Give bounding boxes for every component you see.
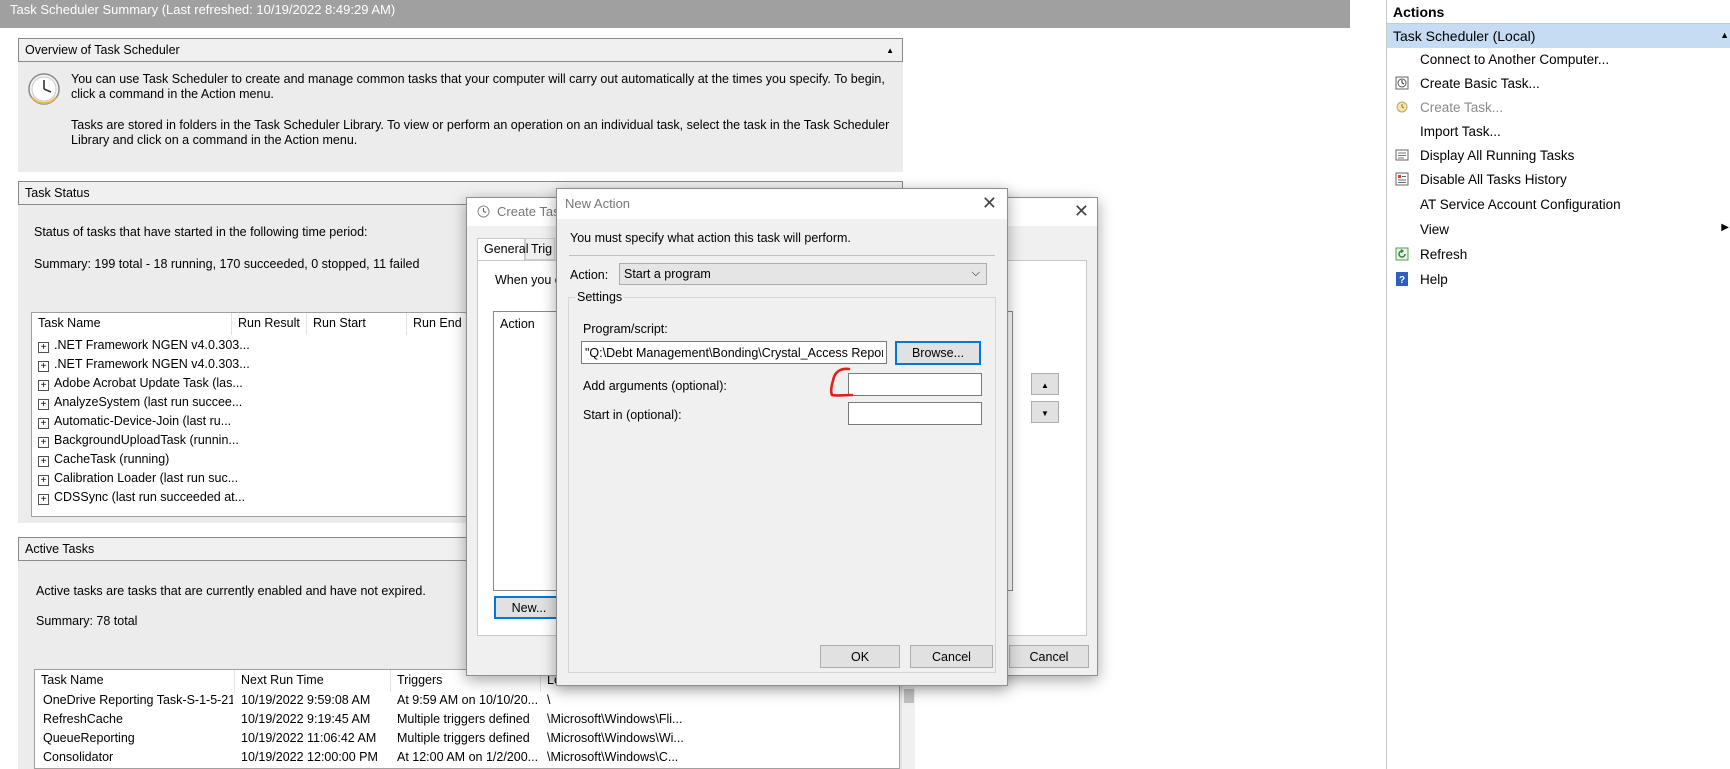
task-status-row[interactable]: + CDSSync (last run succeeded at...	[38, 490, 245, 509]
table-row[interactable]: OneDrive Reporting Task-S-1-5-21... 10/1…	[35, 693, 901, 712]
task-status-row[interactable]: + Calibration Loader (last run suc...	[38, 471, 238, 490]
create-task-intro: When you c	[495, 273, 562, 287]
chevron-down-icon: ⌵	[971, 267, 980, 279]
add-arguments-input[interactable]	[848, 373, 982, 396]
start-in-input[interactable]	[848, 402, 982, 425]
task-status-summary: Summary: 199 total - 18 running, 170 suc…	[34, 257, 420, 271]
expand-icon[interactable]: +	[38, 475, 49, 486]
red-annotation-mark	[829, 367, 854, 397]
actions-pane: Actions Task Scheduler (Local) ▲ Connect…	[1386, 0, 1730, 769]
task-status-row[interactable]: + AnalyzeSystem (last run succee...	[38, 395, 242, 414]
column-header-task-name[interactable]: Task Name	[32, 313, 232, 335]
task-status-header-label: Task Status	[25, 186, 90, 200]
column-header-task-name[interactable]: Task Name	[35, 670, 235, 692]
time-period-label: Status of tasks that have started in the…	[34, 225, 368, 239]
column-header-run-result[interactable]: Run Result	[232, 313, 307, 335]
create-task-icon	[1396, 101, 1408, 113]
task-status-row[interactable]: + CacheTask (running)	[38, 452, 169, 471]
task-status-row[interactable]: + .NET Framework NGEN v4.0.303...	[38, 338, 250, 357]
tab-general[interactable]: General	[477, 238, 528, 260]
expand-icon[interactable]: +	[38, 399, 49, 410]
expand-icon[interactable]: +	[38, 418, 49, 429]
actions-title: Actions	[1387, 0, 1730, 24]
action-type-select[interactable]: Start a program ⌵	[619, 263, 987, 285]
action-at-service-account-configuration[interactable]: AT Service Account Configuration	[1387, 193, 1730, 217]
action-create-task[interactable]: Create Task...	[1387, 96, 1730, 120]
clock-icon	[28, 73, 60, 105]
column-header-next-run-time[interactable]: Next Run Time	[235, 670, 391, 692]
task-status-grid[interactable]: Task Name Run Result Run Start Run End +…	[31, 312, 481, 517]
ok-button[interactable]: OK	[820, 645, 900, 668]
settings-group-label: Settings	[575, 290, 625, 304]
tab-triggers[interactable]: Trig	[525, 238, 555, 260]
scrollbar[interactable]	[901, 687, 915, 769]
cancel-button[interactable]: Cancel	[910, 645, 993, 668]
action-refresh[interactable]: Refresh	[1387, 243, 1730, 267]
summary-title: Task Scheduler Summary (Last refreshed: …	[0, 0, 1350, 28]
new-action-title: New Action	[565, 196, 631, 211]
task-status-row[interactable]: + Adobe Acrobat Update Task (las...	[38, 376, 243, 395]
arrow-down-icon: ▼	[1041, 409, 1049, 418]
column-header-run-start[interactable]: Run Start	[307, 313, 407, 335]
create-task-cancel-button[interactable]: Cancel	[1009, 645, 1089, 668]
expand-icon[interactable]: +	[38, 342, 49, 353]
table-row[interactable]: RefreshCache 10/19/2022 9:19:45 AM Multi…	[35, 712, 901, 731]
create-task-title: Create Tas	[497, 204, 560, 219]
new-action-button[interactable]: New...	[494, 596, 564, 619]
action-disable-all-tasks-history[interactable]: Disable All Tasks History	[1387, 168, 1730, 192]
refresh-icon	[1395, 247, 1409, 261]
help-icon: ?	[1396, 272, 1408, 286]
actions-section-task-scheduler-local[interactable]: Task Scheduler (Local) ▲	[1387, 24, 1730, 48]
action-view[interactable]: View ▶	[1387, 218, 1730, 242]
expand-icon[interactable]: +	[38, 380, 49, 391]
move-up-button[interactable]: ▲	[1031, 373, 1059, 395]
submenu-arrow-icon: ▶	[1721, 222, 1729, 233]
task-status-row[interactable]: + .NET Framework NGEN v4.0.303...	[38, 357, 250, 376]
action-help[interactable]: ? Help	[1387, 268, 1730, 292]
table-row[interactable]: QueueReporting 10/19/2022 11:06:42 AM Mu…	[35, 731, 901, 750]
action-connect-to-another-computer[interactable]: Connect to Another Computer...	[1387, 48, 1730, 72]
task-status-row[interactable]: + BackgroundUploadTask (runnin...	[38, 433, 239, 452]
svg-text:?: ?	[1399, 275, 1405, 286]
action-import-task[interactable]: Import Task...	[1387, 120, 1730, 144]
new-action-titlebar[interactable]: New Action ✕	[557, 189, 1007, 219]
history-icon	[1395, 172, 1409, 186]
overview-section-body: You can use Task Scheduler to create and…	[18, 62, 903, 172]
create-basic-task-icon	[1395, 76, 1409, 90]
column-header-action[interactable]: Action	[500, 317, 535, 331]
task-status-row[interactable]: + Automatic-Device-Join (last ru...	[38, 414, 231, 433]
close-icon[interactable]: ✕	[1074, 201, 1089, 222]
start-in-label: Start in (optional):	[583, 408, 682, 422]
expand-icon[interactable]: +	[38, 456, 49, 467]
active-tasks-description: Active tasks are tasks that are currentl…	[36, 584, 426, 598]
active-tasks-header-label: Active Tasks	[25, 542, 95, 556]
expand-icon[interactable]: +	[38, 437, 49, 448]
overview-section-header[interactable]: Overview of Task Scheduler ▲	[18, 38, 903, 62]
add-arguments-label: Add arguments (optional):	[583, 379, 727, 393]
overview-paragraph-2: Tasks are stored in folders in the Task …	[71, 118, 890, 147]
expand-icon[interactable]: +	[38, 361, 49, 372]
clock-icon	[477, 205, 490, 218]
table-row[interactable]: Consolidator 10/19/2022 12:00:00 PM At 1…	[35, 750, 901, 769]
move-down-button[interactable]: ▼	[1031, 401, 1059, 423]
running-tasks-icon	[1395, 149, 1409, 161]
arrow-up-icon: ▲	[1041, 381, 1049, 390]
new-action-dialog: New Action ✕ You must specify what actio…	[556, 188, 1008, 686]
browse-button[interactable]: Browse...	[895, 341, 981, 365]
program-script-label: Program/script:	[583, 322, 668, 336]
collapse-icon[interactable]: ▲	[886, 46, 894, 55]
collapse-icon[interactable]: ▲	[1720, 30, 1729, 40]
action-create-basic-task[interactable]: Create Basic Task...	[1387, 72, 1730, 96]
close-icon[interactable]: ✕	[982, 193, 997, 214]
active-tasks-summary: Summary: 78 total	[36, 614, 138, 628]
divider	[569, 255, 995, 256]
action-display-all-running-tasks[interactable]: Display All Running Tasks	[1387, 144, 1730, 168]
overview-paragraph-1: You can use Task Scheduler to create and…	[71, 72, 885, 101]
scrollbar-thumb[interactable]	[904, 689, 914, 703]
program-script-input[interactable]	[581, 341, 887, 364]
instruction-text: You must specify what action this task w…	[570, 231, 851, 245]
expand-icon[interactable]: +	[38, 494, 49, 505]
overview-header-label: Overview of Task Scheduler	[25, 43, 180, 57]
action-label: Action:	[570, 268, 609, 282]
